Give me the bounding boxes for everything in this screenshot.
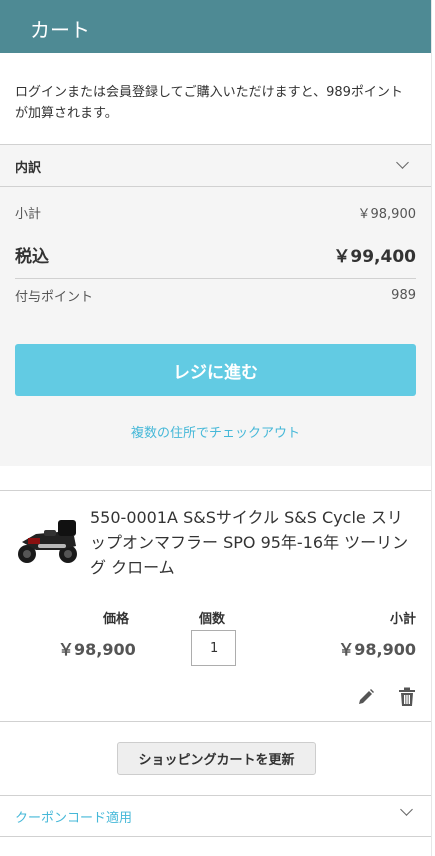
update-cart-button[interactable]: ショッピングカートを更新 (117, 742, 316, 775)
product-name-link[interactable]: 550-0001A S&Sサイクル S&S Cycle スリップオンマフラー S… (90, 505, 415, 580)
motorcycle-image (14, 512, 82, 568)
item-divider-top (0, 490, 431, 491)
login-points-notice: ログインまたは会員登録してご購入いただけますと、989ポイントが加算されます。 (15, 85, 403, 121)
chevron-down-icon (396, 156, 409, 169)
quantity-input[interactable]: 1 (191, 630, 236, 666)
cart-header: カート (0, 0, 431, 53)
item-subtotal-column-label: 小計 (389, 612, 416, 627)
summary-subtotal-row: 小計 ￥98,900 (15, 203, 416, 222)
coupon-divider-top (0, 795, 431, 796)
coupon-divider-bottom (0, 836, 431, 837)
item-price: ￥98,900 (58, 640, 136, 659)
qty-column-label: 個数 (199, 612, 226, 627)
summary-title: 内訳 (15, 161, 42, 176)
summary-toggle[interactable]: 内訳 (0, 145, 431, 187)
points-label: 付与ポイント (15, 290, 94, 305)
item-divider-bottom (0, 721, 431, 722)
pencil-icon[interactable] (357, 688, 375, 706)
summary-divider (15, 278, 416, 279)
subtotal-value: ￥98,900 (357, 207, 417, 222)
checkout-button[interactable]: レジに進む (15, 344, 416, 396)
price-column-label: 価格 (103, 612, 130, 627)
page-title: カート (30, 18, 90, 42)
total-label: 税込 (15, 247, 49, 267)
chevron-down-icon[interactable] (400, 803, 413, 816)
item-subtotal: ￥98,900 (338, 640, 416, 659)
trash-icon[interactable] (398, 687, 416, 707)
page-edge (431, 0, 435, 856)
multi-address-link-text[interactable]: 複数の住所でチェックアウト (131, 426, 300, 441)
summary-total-row: 税込 ￥99,400 (15, 242, 416, 267)
multi-address-checkout-link: 複数の住所でチェックアウト (0, 422, 431, 441)
order-summary: 内訳 (0, 144, 431, 466)
product-thumbnail[interactable] (14, 512, 82, 568)
subtotal-label: 小計 (15, 207, 42, 222)
total-value: ￥99,400 (333, 247, 416, 267)
points-value: 989 (391, 288, 416, 303)
summary-points-row: 付与ポイント 989 (15, 286, 416, 305)
coupon-toggle[interactable]: クーポンコード適用 (15, 807, 132, 826)
